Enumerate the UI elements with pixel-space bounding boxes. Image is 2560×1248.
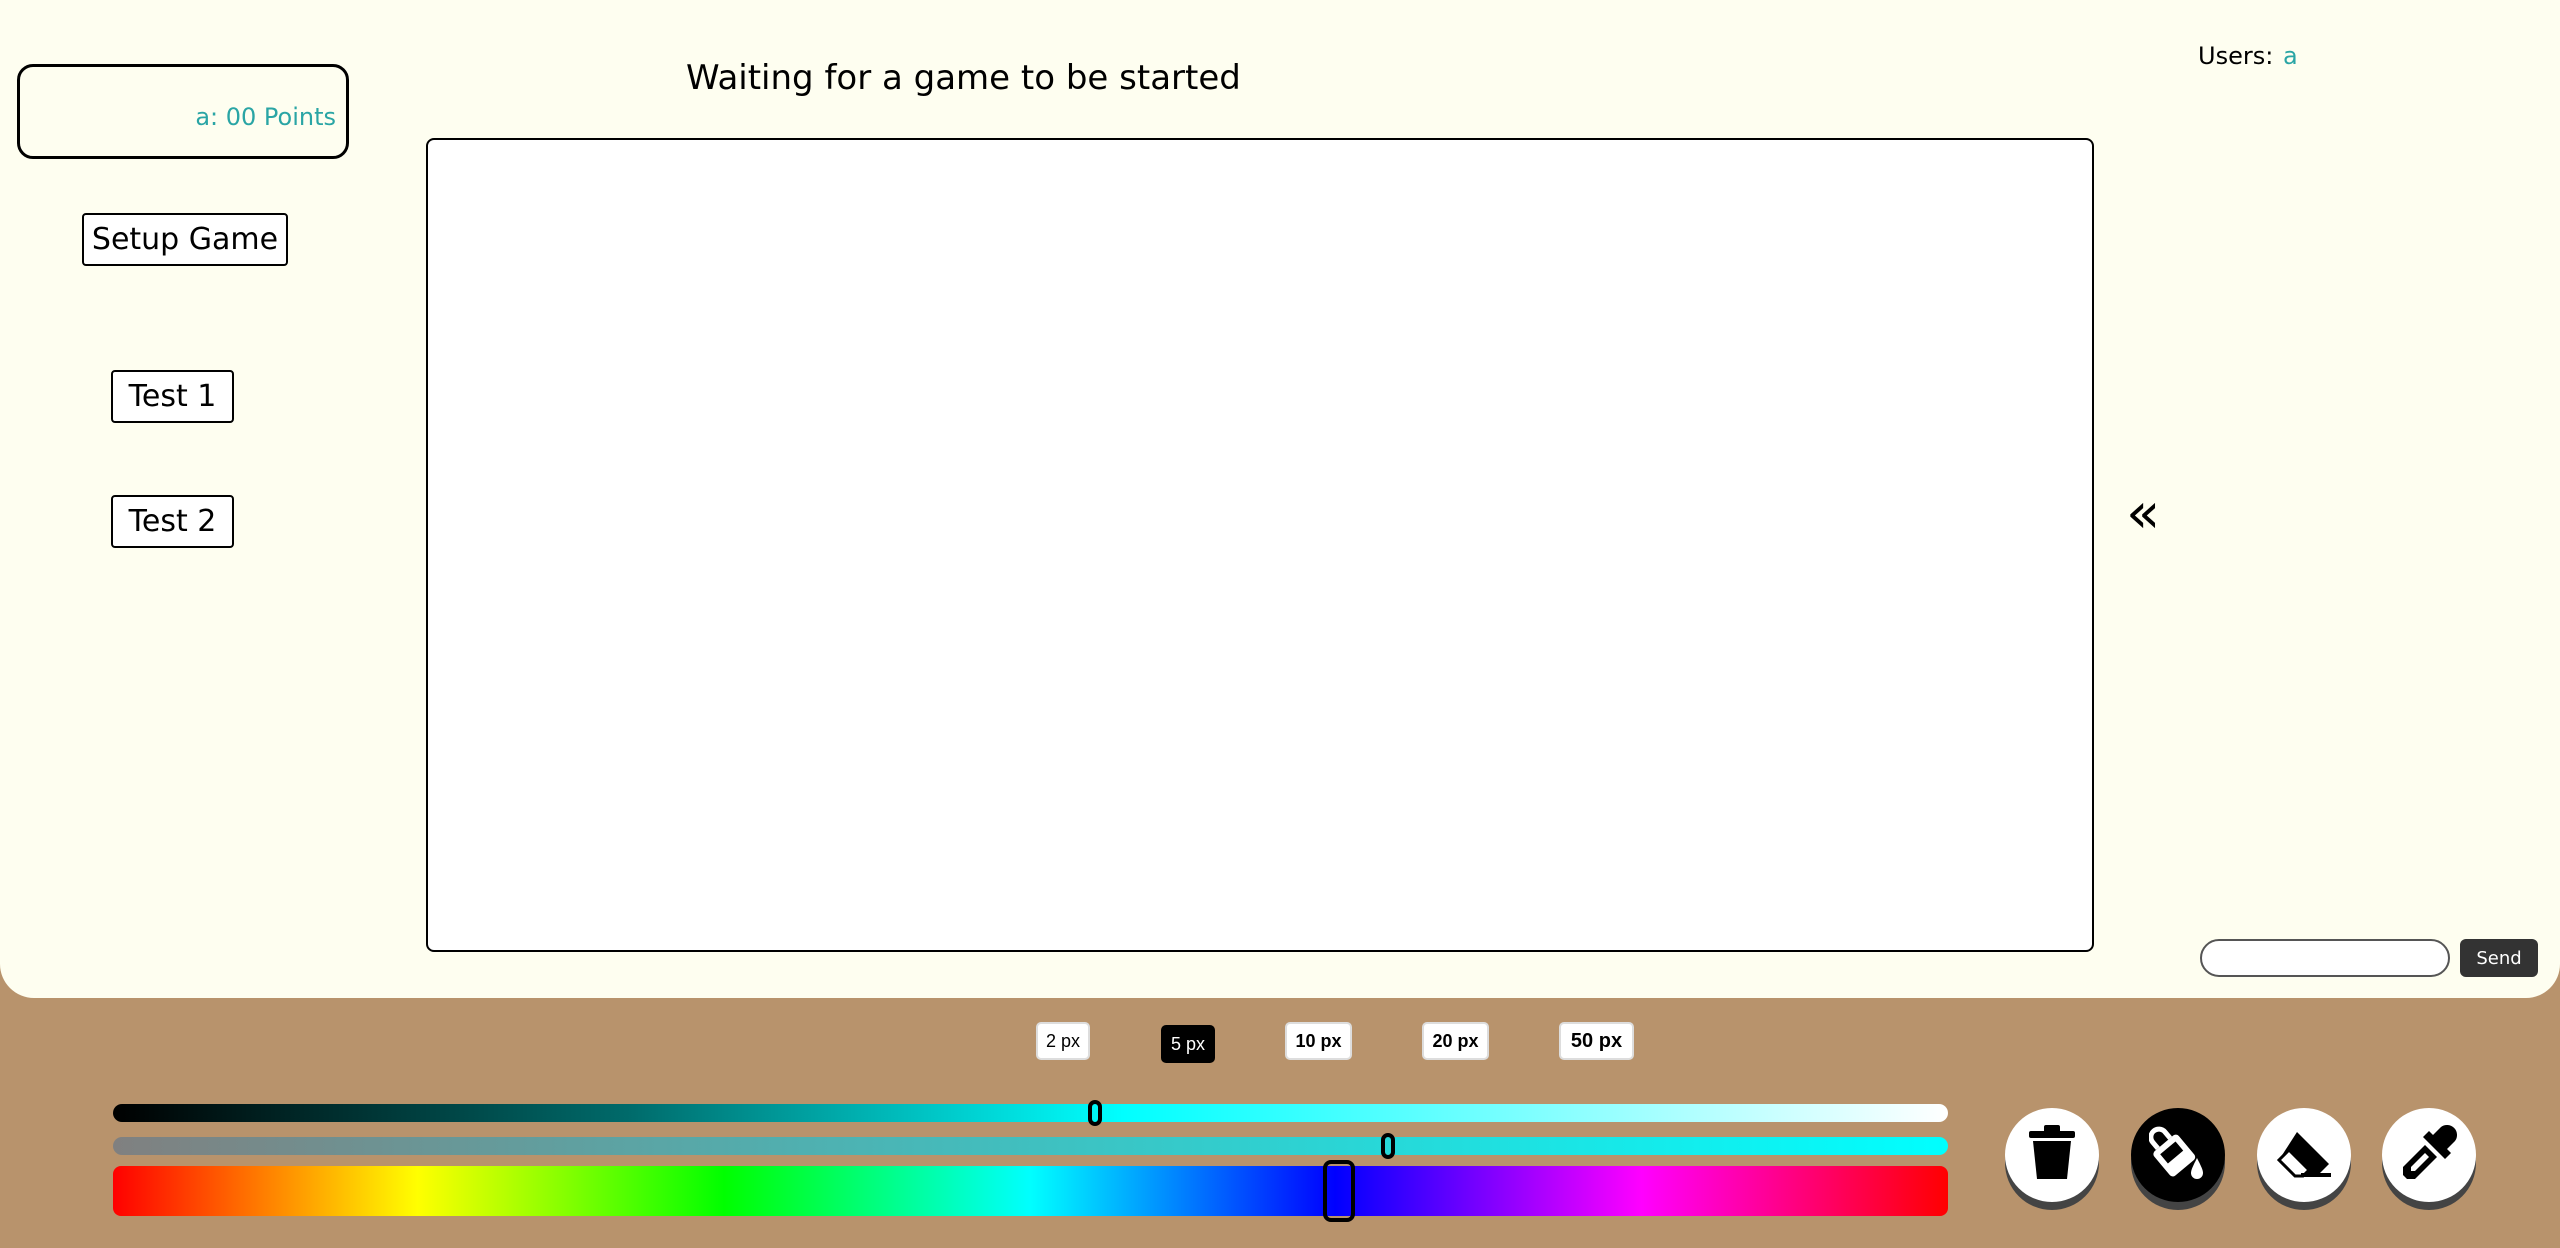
brush-size-20px[interactable]: 20 px <box>1422 1022 1489 1060</box>
game-status: Waiting for a game to be started <box>686 58 1241 98</box>
eyedropper-tool-button[interactable] <box>2382 1108 2476 1202</box>
saturation-slider-thumb[interactable] <box>1381 1133 1396 1159</box>
hue-slider-thumb[interactable] <box>1322 1160 1355 1222</box>
hue-slider[interactable] <box>113 1160 1948 1222</box>
brush-size-2px[interactable]: 2 px <box>1036 1022 1090 1060</box>
score-entry: a: 00 Points <box>195 103 336 131</box>
trash-icon <box>2027 1125 2077 1185</box>
test-2-button[interactable]: Test 2 <box>111 495 234 548</box>
clear-canvas-button[interactable] <box>2005 1108 2099 1202</box>
brush-size-5px[interactable]: 5 px <box>1161 1025 1215 1063</box>
setup-game-button[interactable]: Setup Game <box>82 213 288 266</box>
scoreboard: a: 00 Points <box>17 64 349 159</box>
eraser-tool-button[interactable] <box>2257 1108 2351 1202</box>
brush-size-50px[interactable]: 50 px <box>1559 1022 1634 1060</box>
test-1-button[interactable]: Test 1 <box>111 370 234 423</box>
collapse-icon[interactable]: « <box>2126 484 2160 544</box>
user-name: a <box>2283 42 2298 70</box>
eyedropper-icon <box>2401 1125 2457 1185</box>
fill-tool-button[interactable] <box>2131 1108 2225 1202</box>
saturation-slider[interactable] <box>113 1133 1948 1159</box>
paint-bucket-icon <box>2148 1124 2207 1186</box>
eraser-icon <box>2275 1128 2333 1182</box>
send-button[interactable]: Send <box>2460 939 2538 977</box>
lightness-slider[interactable] <box>113 1100 1948 1126</box>
brush-size-10px[interactable]: 10 px <box>1285 1022 1352 1060</box>
drawing-canvas[interactable] <box>426 138 2094 952</box>
chat-input[interactable] <box>2200 939 2450 977</box>
users-label: Users: <box>2198 42 2274 70</box>
lightness-slider-thumb[interactable] <box>1087 1100 1102 1126</box>
main-panel: a: 00 Points Setup Game Test 1 Test 2 Wa… <box>0 0 2560 998</box>
